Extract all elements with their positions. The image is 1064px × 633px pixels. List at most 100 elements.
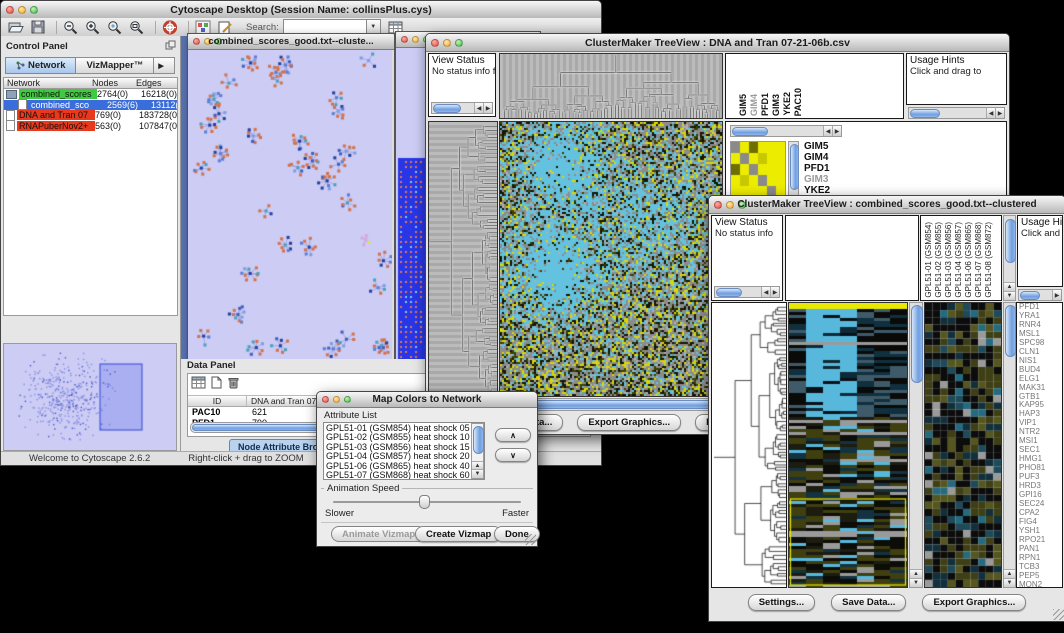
zoom-in-icon[interactable] — [84, 20, 102, 35]
treeview2-vscrollbar[interactable]: ▲ ▼ — [909, 302, 923, 588]
treeview2-titlebar[interactable]: ClusterMaker TreeView : combined_scores_… — [709, 196, 1064, 214]
network-canvas[interactable] — [188, 50, 392, 363]
column-label[interactable]: GPL51-03 (GSM856) — [944, 222, 954, 298]
heatmap-canvas[interactable] — [789, 303, 907, 587]
row-dendrogram-canvas[interactable] — [712, 303, 786, 587]
scroll-thumb[interactable] — [790, 144, 799, 190]
new-attribute-icon[interactable] — [210, 376, 223, 394]
attribute-list[interactable]: GPL51-01 (GSM854) heat shock 05 minGPL51… — [323, 422, 485, 480]
treeview2-column-labels-panel[interactable]: GPL51-01 (GSM854)GPL51-02 (GSM855)GPL51-… — [920, 215, 1002, 301]
attribute-list-item[interactable]: GPL51-06 (GSM865) heat shock 40 min — [326, 462, 484, 471]
treeview2-column-dendrogram[interactable] — [785, 215, 919, 301]
attribute-list-item[interactable]: GPL51-03 (GSM856) heat shock 15 min — [326, 443, 484, 452]
tab-overflow-arrow-icon[interactable]: ▶ — [154, 57, 175, 74]
network-overview-canvas[interactable] — [4, 344, 176, 450]
treeview1-titlebar[interactable]: ClusterMaker TreeView : DNA and Tran 07-… — [426, 34, 1009, 52]
network-overview-panel[interactable] — [3, 343, 177, 451]
scroll-up-icon[interactable]: ▲ — [1004, 569, 1015, 578]
treeview-button[interactable]: Save Data... — [831, 594, 906, 611]
tab-network[interactable]: Network — [5, 57, 76, 74]
save-icon[interactable] — [29, 20, 47, 35]
attribute-list-item[interactable]: GPL51-01 (GSM854) heat shock 05 min — [326, 424, 484, 433]
view-status-scrollbar[interactable]: ◀ ▶ — [714, 286, 780, 298]
column-label[interactable]: GPL51-06 (GSM865) — [964, 222, 974, 298]
attribute-select-icon[interactable] — [191, 376, 206, 394]
treeview-button[interactable]: Settings... — [748, 594, 815, 611]
resize-grip[interactable] — [525, 534, 536, 545]
scroll-thumb[interactable] — [1005, 305, 1016, 357]
column-label[interactable]: PAC10 — [793, 88, 804, 116]
attribute-list-scrollbar[interactable]: ▲ ▼ — [471, 423, 484, 479]
scroll-left-icon[interactable]: ◀ — [823, 126, 832, 136]
scroll-right-icon[interactable]: ▶ — [483, 103, 492, 113]
zoom-selected-icon[interactable] — [106, 20, 124, 35]
column-label[interactable]: GPL51-07 (GSM868) — [974, 222, 984, 298]
column-label[interactable]: GPL51-01 (GSM854) — [924, 222, 934, 298]
zoom-gene-label[interactable]: GIM4 — [804, 152, 836, 163]
col-edges[interactable]: Edges — [136, 78, 177, 88]
attribute-list-item[interactable]: GPL51-04 (GSM857) heat shock 20 min — [326, 452, 484, 461]
scroll-right-icon[interactable]: ▶ — [1052, 290, 1061, 300]
network-table-row[interactable]: combined_sco 2569(6) 13112(15) — [4, 100, 177, 111]
scroll-right-icon[interactable]: ▶ — [832, 126, 841, 136]
create-vizmap-button[interactable]: Create Vizmap — [415, 526, 502, 542]
zoom-out-icon[interactable] — [62, 20, 80, 35]
treeview2-columns-vscrollbar[interactable]: ▲ ▼ — [1003, 215, 1016, 301]
treeview-button[interactable]: Export Graphics... — [922, 594, 1026, 611]
animate-vizmap-button[interactable]: Animate Vizmap — [331, 526, 426, 542]
col-nodes[interactable]: Nodes — [92, 78, 136, 88]
zoom-gene-label[interactable]: GIM3 — [804, 174, 836, 185]
scroll-left-icon[interactable]: ◀ — [986, 108, 995, 118]
data-col-id[interactable]: ID — [188, 396, 247, 406]
zoom-heatmap-canvas[interactable] — [925, 303, 1001, 587]
animation-speed-slider-thumb[interactable] — [419, 495, 430, 509]
scroll-down-icon[interactable]: ▼ — [1004, 291, 1015, 300]
resize-grip[interactable] — [1053, 609, 1064, 620]
network-table-row[interactable]: DNA and Tran 07 769(0) 183728(0) — [4, 110, 177, 121]
column-label[interactable]: GIM4 — [749, 94, 760, 116]
scroll-left-icon[interactable]: ◀ — [761, 287, 770, 297]
column-label[interactable]: GPL51-04 (GSM857) — [954, 222, 964, 298]
column-label[interactable]: GIM5 — [738, 94, 749, 116]
col-network[interactable]: Network — [4, 78, 92, 88]
column-dendrogram-canvas[interactable] — [500, 54, 722, 118]
scroll-thumb[interactable] — [716, 288, 742, 297]
scroll-right-icon[interactable]: ▶ — [770, 287, 779, 297]
scroll-thumb[interactable] — [473, 426, 484, 454]
column-label[interactable]: GIM3 — [771, 94, 782, 116]
scroll-down-icon[interactable]: ▼ — [472, 469, 483, 478]
network-table-row[interactable]: RNAPuberNov2+ 563(0) 107847(0) — [4, 121, 177, 132]
scroll-thumb[interactable] — [732, 127, 768, 136]
zoom-hscrollbar[interactable]: ◀ ▶ — [730, 125, 842, 137]
scroll-up-icon[interactable]: ▲ — [910, 569, 922, 578]
move-attribute-up-button[interactable]: ∧ — [495, 428, 531, 442]
float-panel-icon[interactable] — [165, 37, 176, 55]
zoom-fit-icon[interactable] — [128, 20, 146, 35]
gene-label[interactable]: MON2 — [1019, 581, 1062, 588]
treeview2-row-dendrogram[interactable] — [711, 302, 787, 588]
open-file-icon[interactable] — [7, 20, 25, 35]
scroll-thumb[interactable] — [910, 109, 940, 118]
column-label[interactable]: GPL51-08 (GSM872) — [984, 222, 994, 298]
column-label[interactable]: GPL51-02 (GSM855) — [934, 222, 944, 298]
help-lifering-icon[interactable] — [161, 20, 179, 35]
heatmap-canvas[interactable] — [500, 122, 722, 396]
treeview2-heatmap[interactable] — [788, 302, 908, 588]
view-status-scrollbar[interactable]: ◀ ▶ — [431, 102, 493, 114]
zoom-gene-label[interactable]: PFD1 — [804, 163, 836, 174]
treeview1-heatmap[interactable] — [499, 121, 723, 397]
usage-hints-scrollbar[interactable]: ▶ — [1018, 289, 1062, 301]
scroll-up-icon[interactable]: ▲ — [1004, 282, 1015, 291]
usage-hints-scrollbar[interactable]: ◀ ▶ — [908, 107, 1005, 119]
treeview1-row-dendrogram[interactable] — [428, 121, 498, 397]
network-table-row[interactable]: combined_scores 2764(0) 16218(0) — [4, 89, 177, 100]
attribute-list-item[interactable]: GPL51-02 (GSM855) heat shock 10 min — [326, 433, 484, 442]
treeview1-column-dendrogram[interactable] — [499, 53, 723, 119]
close-icon[interactable] — [401, 36, 408, 43]
column-label[interactable]: PFD1 — [760, 93, 771, 116]
treeview2-genes-vscrollbar[interactable]: ▲ ▼ — [1003, 302, 1016, 588]
zoom-gene-label[interactable]: GIM5 — [804, 141, 836, 152]
scroll-thumb[interactable] — [433, 104, 461, 113]
scroll-thumb[interactable] — [911, 305, 923, 383]
move-attribute-down-button[interactable]: ∨ — [495, 448, 531, 462]
